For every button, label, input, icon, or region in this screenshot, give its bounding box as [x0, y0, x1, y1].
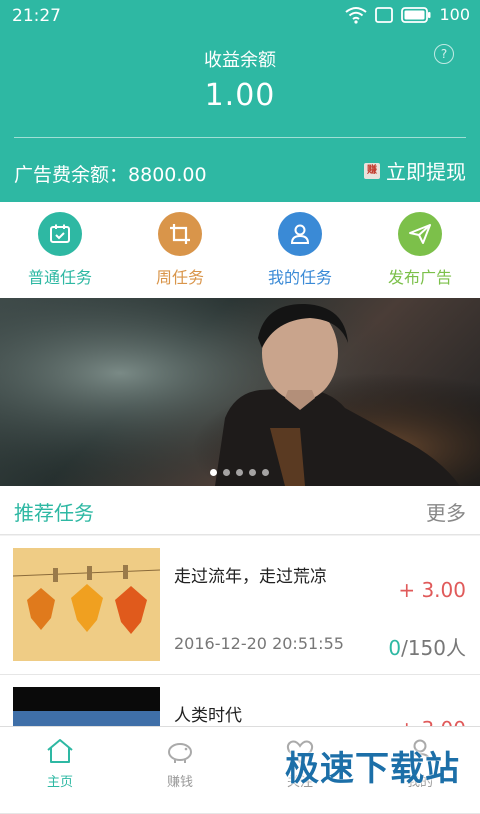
home-icon: [47, 739, 73, 763]
quick-action-label: 周任务: [155, 268, 204, 287]
task-title: 走过流年，走过荒凉: [174, 567, 327, 587]
ad-balance-label: 广告费余额：: [14, 164, 129, 186]
piggy-bank-icon: [168, 743, 192, 763]
calendar-icon: [38, 212, 82, 256]
sim-icon: [375, 6, 394, 23]
battery-level: 100: [439, 5, 470, 24]
income-balance-title: 收益余额: [204, 50, 276, 71]
watermark-logo: 极速下载站: [285, 749, 460, 789]
ad-balance-value: 8800.00: [128, 164, 207, 186]
status-icons: 100: [345, 5, 470, 24]
banner-dot[interactable]: [249, 469, 256, 476]
banner-dot[interactable]: [210, 469, 217, 476]
quick-action-label: 发布广告: [387, 268, 452, 287]
recommended-title: 推荐任务: [14, 501, 94, 525]
quick-action-label: 普通任务: [27, 268, 92, 287]
quick-action-publish-ad[interactable]: 发布广告: [360, 202, 480, 298]
ad-balance: 广告费余额：8800.00: [14, 160, 207, 187]
income-balance-value: 1.00: [204, 78, 276, 113]
banner-dot[interactable]: [223, 469, 230, 476]
withdraw-badge-icon: 赚: [364, 162, 380, 179]
status-bar: 21:27 100: [0, 0, 480, 32]
nav-label: 主页: [46, 775, 73, 790]
banner-image: [0, 298, 480, 486]
wifi-icon: [345, 6, 368, 24]
status-time: 21:27: [12, 6, 61, 26]
user-icon: [278, 212, 322, 256]
banner-dot[interactable]: [262, 469, 269, 476]
quick-action-my-task[interactable]: 我的任务: [240, 202, 360, 298]
header-divider: [14, 137, 466, 138]
banner-dot[interactable]: [236, 469, 243, 476]
recommended-header: 推荐任务 更多: [0, 486, 480, 535]
quick-action-label: 我的任务: [267, 268, 332, 287]
help-icon[interactable]: ?: [434, 44, 454, 64]
quick-action-weekly-task[interactable]: 周任务: [120, 202, 240, 298]
quick-action-normal-task[interactable]: 普通任务: [0, 202, 120, 298]
withdraw-button[interactable]: 赚 立即提现: [364, 156, 466, 185]
crop-icon: [158, 212, 202, 256]
nav-earn[interactable]: 赚钱: [120, 727, 240, 801]
task-total: /150人: [401, 636, 466, 660]
more-link[interactable]: 更多: [426, 497, 466, 526]
task-reward: + 3.00: [398, 578, 466, 602]
task-count: 0/150人: [388, 632, 466, 661]
task-taken: 0: [388, 636, 402, 660]
banner-dots: [210, 469, 269, 476]
task-item[interactable]: 走过流年，走过荒凉 + 3.00 2016-12-20 20:51:55 0/1…: [0, 536, 480, 675]
balance-header: 收益余额 ? 1.00 广告费余额：8800.00 赚 立即提现: [0, 32, 480, 202]
nav-home[interactable]: 主页: [0, 727, 120, 801]
send-icon: [398, 212, 442, 256]
task-time: 2016-12-20 20:51:55: [174, 634, 344, 653]
nav-label: 赚钱: [166, 775, 193, 790]
withdraw-label: 立即提现: [386, 160, 466, 184]
banner-carousel[interactable]: [0, 298, 480, 486]
battery-icon: [401, 6, 431, 23]
task-thumbnail: [13, 548, 160, 661]
quick-actions: 普通任务 周任务 我的任务 发布广告: [0, 202, 480, 298]
